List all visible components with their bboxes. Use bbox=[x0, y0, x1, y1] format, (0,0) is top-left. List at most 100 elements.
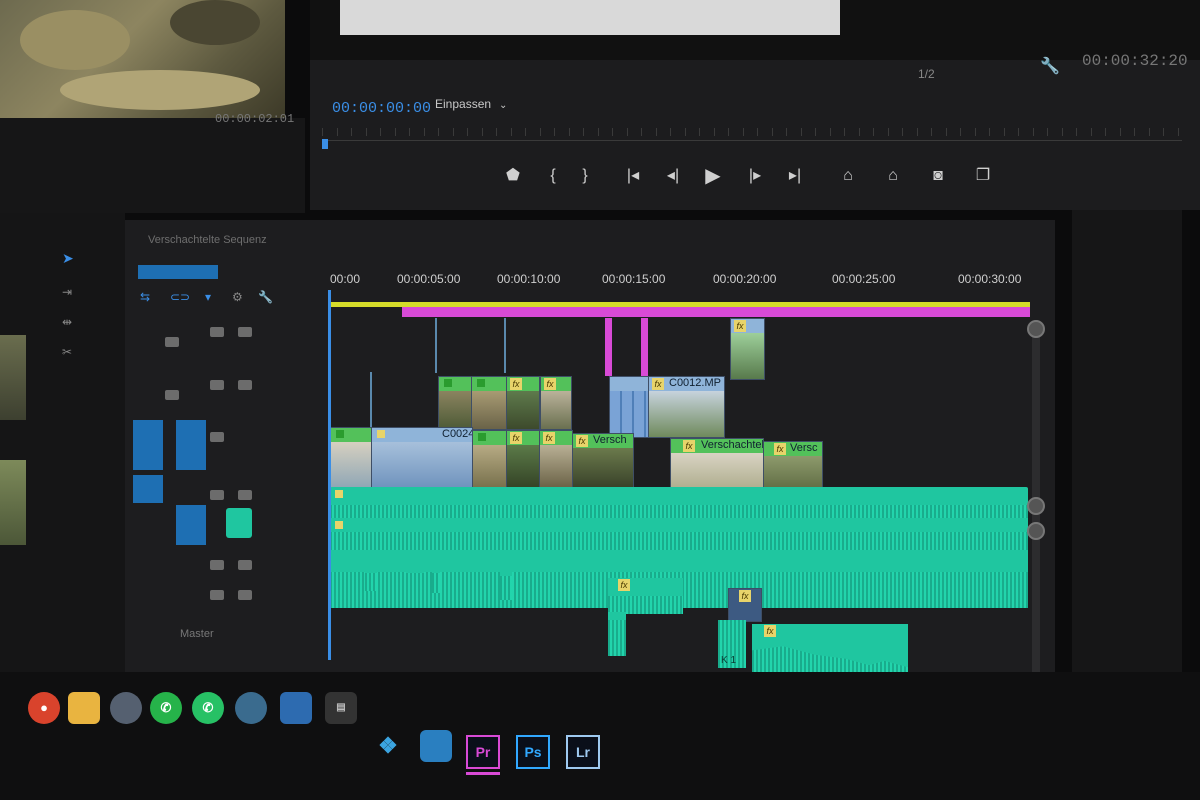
mute-toggle[interactable] bbox=[210, 490, 224, 500]
step-forward-icon[interactable]: |▸ bbox=[742, 165, 768, 187]
audio-clip[interactable]: fx bbox=[608, 578, 683, 614]
whatsapp-icon[interactable]: ✆ bbox=[192, 692, 224, 724]
time-ruler[interactable]: 00:00 00:00:05:00 00:00:10:00 00:00:15:0… bbox=[330, 262, 1030, 300]
scrub-tick bbox=[1003, 128, 1005, 136]
solo-toggle[interactable] bbox=[238, 590, 252, 600]
source-timecode[interactable]: 00:00:02:01 bbox=[215, 112, 294, 126]
clip-edge-marker[interactable] bbox=[641, 318, 648, 376]
project-thumbnail[interactable] bbox=[0, 460, 26, 545]
adjustment-clip[interactable]: fx bbox=[728, 588, 762, 622]
program-scrub-bar[interactable] bbox=[322, 128, 1182, 141]
scroll-handle[interactable] bbox=[1027, 522, 1045, 540]
scrub-tick bbox=[496, 128, 497, 136]
lightroom-icon[interactable]: Lr bbox=[566, 735, 600, 769]
audio-clip[interactable] bbox=[365, 565, 377, 591]
wrench-icon[interactable]: 🔧 bbox=[1040, 56, 1062, 75]
audio-clip[interactable] bbox=[330, 518, 1028, 550]
mark-in-icon[interactable]: { bbox=[540, 165, 566, 187]
scrub-tick bbox=[1076, 128, 1077, 136]
go-to-in-icon[interactable]: |◂ bbox=[620, 165, 646, 187]
taskbar bbox=[0, 672, 1200, 800]
track-output-toggle[interactable] bbox=[210, 432, 224, 442]
lift-icon[interactable]: ⌂ bbox=[835, 165, 861, 187]
audio-clip[interactable]: K 1 bbox=[718, 620, 746, 668]
source-monitor-controls bbox=[0, 118, 305, 213]
track-eye-toggle[interactable] bbox=[238, 327, 252, 337]
bird-app-icon[interactable] bbox=[280, 692, 312, 724]
video-clip[interactable]: fx bbox=[730, 318, 765, 380]
program-timecode[interactable]: 00:00:00:00 bbox=[332, 100, 431, 117]
sequence-tab[interactable]: Verschachtelte Sequenz bbox=[148, 234, 267, 246]
folder-icon[interactable] bbox=[68, 692, 100, 724]
selection-tool-icon[interactable]: ➤ bbox=[62, 250, 76, 266]
play-icon[interactable]: ▶ bbox=[700, 165, 726, 187]
firefox-icon[interactable]: ● bbox=[28, 692, 60, 724]
source-patch-v1[interactable] bbox=[133, 420, 163, 470]
dropbox-icon[interactable]: ❖ bbox=[372, 730, 404, 762]
settings-app-icon[interactable] bbox=[110, 692, 142, 724]
scrub-tick bbox=[1177, 128, 1179, 136]
video-clip[interactable]: fx C0012.MP bbox=[648, 376, 725, 438]
timeline-playhead[interactable] bbox=[328, 290, 331, 660]
track-select-icon[interactable]: ⇥ bbox=[62, 285, 76, 299]
go-to-out-icon[interactable]: ▸| bbox=[782, 165, 808, 187]
audio-clip[interactable] bbox=[330, 487, 1028, 519]
track-target-v1[interactable] bbox=[176, 420, 206, 470]
nested-clip[interactable] bbox=[471, 376, 507, 430]
compare-icon[interactable]: ❐ bbox=[970, 165, 996, 187]
browser-icon[interactable] bbox=[235, 692, 267, 724]
scrub-tick bbox=[322, 128, 323, 136]
nested-clip[interactable] bbox=[330, 427, 372, 489]
timeline-timecode[interactable] bbox=[138, 265, 218, 279]
app-icon[interactable]: ▤ bbox=[325, 692, 357, 724]
snap-icon[interactable]: ⇆ bbox=[140, 290, 150, 304]
track-output-toggle[interactable] bbox=[210, 380, 224, 390]
premiere-icon[interactable]: Pr bbox=[466, 735, 500, 769]
mute-toggle[interactable] bbox=[210, 560, 224, 570]
fit-dropdown[interactable]: Einpassen ⌄ bbox=[435, 97, 507, 111]
step-back-icon[interactable]: ◂| bbox=[660, 165, 686, 187]
nested-clip[interactable]: fx bbox=[540, 376, 572, 430]
settings-icon[interactable]: ⚙ bbox=[232, 290, 243, 304]
track-eye-toggle[interactable] bbox=[238, 380, 252, 390]
scroll-handle[interactable] bbox=[1027, 497, 1045, 515]
track-lock-toggle[interactable] bbox=[165, 390, 179, 400]
chat-app-icon[interactable]: ✆ bbox=[150, 692, 182, 724]
track-output-toggle[interactable] bbox=[210, 327, 224, 337]
nested-clip[interactable] bbox=[438, 376, 472, 430]
fx-icon: fx bbox=[774, 443, 786, 455]
audio-clip[interactable] bbox=[406, 565, 424, 593]
audio-clip[interactable] bbox=[432, 565, 440, 593]
nested-clip[interactable]: fx bbox=[506, 430, 540, 489]
wrench-icon[interactable]: 🔧 bbox=[258, 290, 273, 304]
marker-icon[interactable]: ⬟ bbox=[500, 165, 526, 187]
nested-clip[interactable] bbox=[472, 430, 507, 489]
solo-toggle[interactable] bbox=[238, 490, 252, 500]
extract-icon[interactable]: ⌂ bbox=[880, 165, 906, 187]
mute-toggle[interactable] bbox=[210, 590, 224, 600]
audio-clip[interactable] bbox=[608, 612, 626, 656]
mark-out-icon[interactable]: } bbox=[572, 165, 598, 187]
program-playhead[interactable] bbox=[322, 139, 328, 149]
clip-edge-marker[interactable] bbox=[605, 318, 612, 376]
video-clip[interactable]: C0024 bbox=[371, 427, 473, 489]
scroll-handle[interactable] bbox=[1027, 320, 1045, 338]
resolution-dropdown[interactable]: 1/2 bbox=[918, 67, 935, 81]
camera-icon[interactable]: ◙ bbox=[925, 165, 951, 187]
razor-icon[interactable]: ✂ bbox=[62, 345, 76, 359]
project-thumbnail[interactable] bbox=[0, 335, 26, 420]
nested-clip[interactable]: fx bbox=[506, 376, 540, 430]
ripple-edit-icon[interactable]: ⇹ bbox=[62, 315, 76, 329]
windows-app-icon[interactable] bbox=[420, 730, 452, 762]
photoshop-icon[interactable]: Ps bbox=[516, 735, 550, 769]
solo-button[interactable] bbox=[226, 508, 252, 538]
audio-clip[interactable] bbox=[500, 568, 512, 600]
linked-selection-icon[interactable]: ⊂⊃ bbox=[170, 290, 190, 304]
video-clip[interactable] bbox=[609, 376, 649, 438]
track-lock-toggle[interactable] bbox=[165, 337, 179, 347]
track-target-a1[interactable] bbox=[176, 505, 206, 545]
add-marker-icon[interactable]: ▾ bbox=[205, 290, 211, 304]
nested-clip[interactable]: fx bbox=[539, 430, 573, 489]
source-patch-a1[interactable] bbox=[133, 475, 163, 503]
solo-toggle[interactable] bbox=[238, 560, 252, 570]
